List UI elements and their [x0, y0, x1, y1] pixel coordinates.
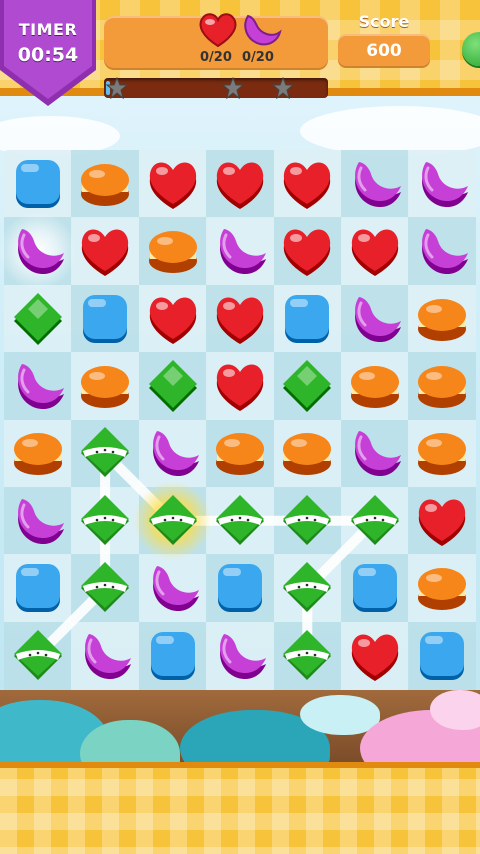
moon-goal-icon — [238, 10, 282, 54]
stripe-candy[interactable] — [8, 626, 68, 690]
game-screen: TIMER 00:54 0/20 0/20 Score 600 — [0, 0, 480, 854]
stripe-candy[interactable] — [75, 491, 135, 555]
goal-panel: 0/20 0/20 — [104, 13, 328, 70]
diamond-candy[interactable] — [277, 356, 337, 420]
macaron-candy[interactable] — [75, 154, 135, 218]
macaron-candy[interactable] — [412, 558, 472, 622]
moon-candy[interactable] — [345, 423, 405, 487]
square-candy[interactable] — [8, 558, 68, 622]
score-box: 600 — [338, 34, 430, 68]
macaron-candy[interactable] — [8, 423, 68, 487]
star-icon — [222, 77, 244, 99]
game-board — [0, 148, 480, 696]
bottom-background — [0, 762, 480, 854]
diamond-candy[interactable] — [8, 289, 68, 353]
score-label: Score — [358, 12, 410, 31]
moon-goal-count: 0/20 — [242, 50, 274, 65]
star-icon — [272, 77, 294, 99]
moon-candy[interactable] — [8, 491, 68, 555]
stripe-candy[interactable] — [277, 626, 337, 690]
heart-candy[interactable] — [143, 289, 203, 353]
stripe-candy[interactable] — [277, 491, 337, 555]
moon-candy[interactable] — [75, 626, 135, 690]
moon-candy[interactable] — [210, 626, 270, 690]
moon-candy[interactable] — [412, 221, 472, 285]
moon-candy[interactable] — [143, 423, 203, 487]
star-icon — [106, 77, 128, 99]
heart-candy[interactable] — [143, 154, 203, 218]
macaron-candy[interactable] — [412, 289, 472, 353]
heart-candy[interactable] — [210, 154, 270, 218]
score-progress-bar — [104, 77, 328, 99]
stripe-candy[interactable] — [75, 558, 135, 622]
square-candy[interactable] — [210, 558, 270, 622]
heart-candy[interactable] — [345, 626, 405, 690]
moon-candy[interactable] — [345, 289, 405, 353]
moon-candy[interactable] — [8, 356, 68, 420]
moon-candy[interactable] — [143, 558, 203, 622]
stripe-candy[interactable] — [75, 423, 135, 487]
macaron-candy[interactable] — [412, 423, 472, 487]
heart-goal-count: 0/20 — [200, 50, 232, 65]
macaron-candy[interactable] — [75, 356, 135, 420]
scenery-background — [0, 690, 480, 762]
square-candy[interactable] — [345, 558, 405, 622]
stripe-candy[interactable] — [143, 491, 203, 555]
macaron-candy[interactable] — [277, 423, 337, 487]
timer-value: 00:54 — [17, 44, 79, 66]
macaron-candy[interactable] — [412, 356, 472, 420]
moon-candy[interactable] — [8, 221, 68, 285]
timer-label: TIMER — [18, 20, 78, 39]
square-candy[interactable] — [75, 289, 135, 353]
stripe-candy[interactable] — [277, 558, 337, 622]
heart-candy[interactable] — [210, 356, 270, 420]
heart-candy[interactable] — [277, 221, 337, 285]
moon-candy[interactable] — [210, 221, 270, 285]
macaron-candy[interactable] — [210, 423, 270, 487]
moon-candy[interactable] — [345, 154, 405, 218]
stripe-candy[interactable] — [345, 491, 405, 555]
macaron-candy[interactable] — [345, 356, 405, 420]
square-candy[interactable] — [143, 626, 203, 690]
square-candy[interactable] — [412, 626, 472, 690]
heart-candy[interactable] — [412, 491, 472, 555]
stripe-candy[interactable] — [210, 491, 270, 555]
heart-goal-icon — [196, 10, 240, 54]
score-value: 600 — [366, 41, 402, 61]
heart-candy[interactable] — [210, 289, 270, 353]
heart-candy[interactable] — [75, 221, 135, 285]
heart-candy[interactable] — [345, 221, 405, 285]
macaron-candy[interactable] — [143, 221, 203, 285]
square-candy[interactable] — [277, 289, 337, 353]
timer-banner: TIMER 00:54 — [0, 0, 96, 108]
moon-candy[interactable] — [412, 154, 472, 218]
heart-candy[interactable] — [277, 154, 337, 218]
diamond-candy[interactable] — [143, 356, 203, 420]
square-candy[interactable] — [8, 154, 68, 218]
